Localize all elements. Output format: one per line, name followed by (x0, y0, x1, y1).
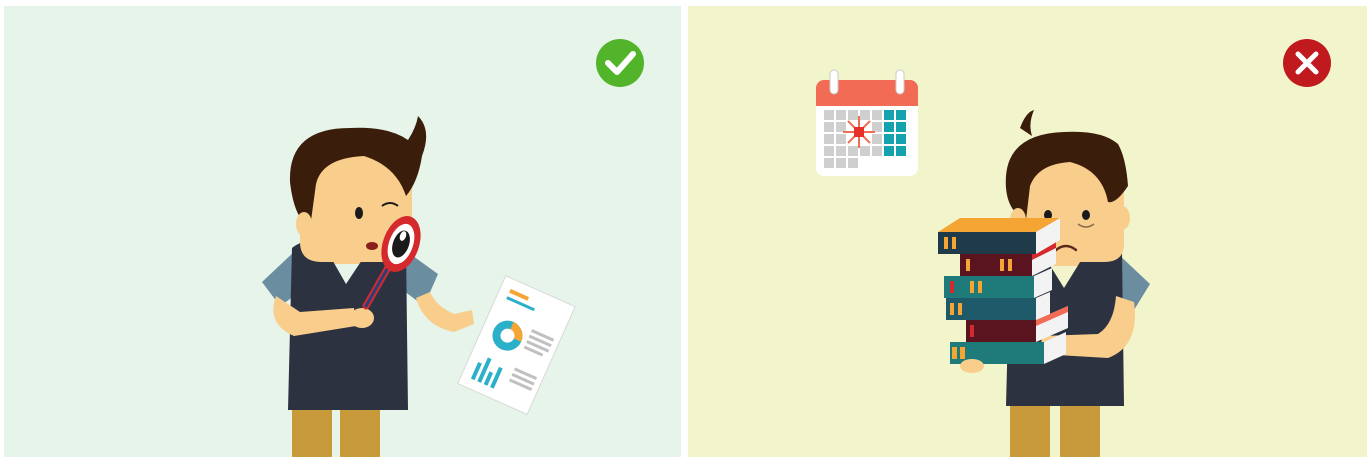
right-eye (1082, 210, 1090, 220)
left-leg (1010, 400, 1050, 457)
check-icon (596, 39, 644, 87)
book-stack (938, 218, 1068, 373)
right-leg (1060, 400, 1100, 457)
book (944, 276, 1034, 298)
left-panel (4, 6, 681, 457)
calendar-icon (816, 69, 918, 176)
right-scene (688, 6, 1367, 457)
left-scene (4, 6, 681, 457)
mouth (366, 242, 378, 250)
comparison-illustration (0, 0, 1371, 457)
cross-icon (1283, 39, 1331, 87)
book (966, 320, 1036, 342)
right-panel (688, 6, 1367, 457)
book (960, 254, 1032, 276)
eye (355, 207, 363, 219)
